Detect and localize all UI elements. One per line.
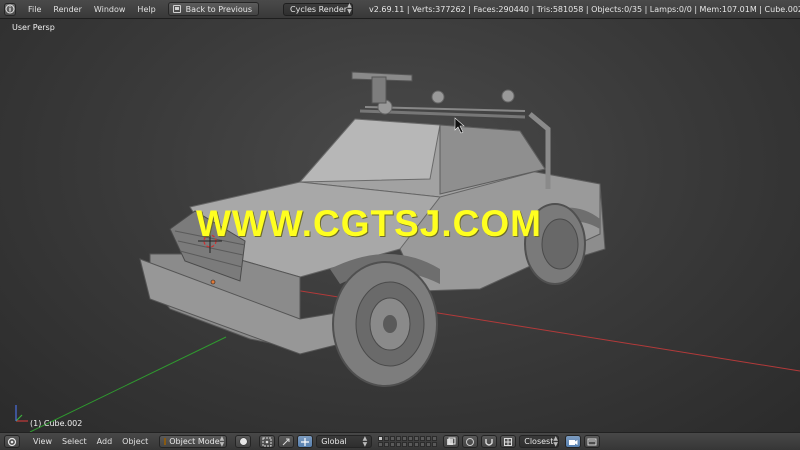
layer-button[interactable] xyxy=(414,436,420,441)
editor-type-button[interactable] xyxy=(4,435,20,448)
axis-gizmo xyxy=(15,405,28,422)
layer-button[interactable] xyxy=(414,442,420,447)
pivot-point-icon xyxy=(262,437,272,446)
transform-orientation-select[interactable]: Global ▲ ▼ xyxy=(316,434,373,448)
mode-select[interactable]: Object Mode ▲ ▼ xyxy=(159,434,228,448)
layer-button[interactable] xyxy=(390,442,396,447)
scene-stats: v2.69.11 | Verts:377262 | Faces:290440 |… xyxy=(369,4,800,14)
layer-button[interactable] xyxy=(384,436,390,441)
menu-object[interactable]: Object xyxy=(117,437,153,446)
translate-arrows-icon xyxy=(301,437,310,446)
layer-button[interactable] xyxy=(378,442,384,447)
back-to-previous-label: Back to Previous xyxy=(185,4,253,14)
layer-button[interactable] xyxy=(426,442,432,447)
opengl-render-button[interactable] xyxy=(584,435,601,448)
object-mode-icon xyxy=(164,438,167,445)
snap-target-value: Closest xyxy=(524,437,554,446)
snap-element-select[interactable] xyxy=(500,435,517,448)
y-axis-line xyxy=(29,336,227,432)
lock-layers-button[interactable] xyxy=(443,435,460,448)
menu-window[interactable]: Window xyxy=(88,5,132,14)
updown-arrows-icon: ▲ ▼ xyxy=(553,434,558,448)
3d-viewport[interactable]: User Persp WWW.CGTSJ.COM (1) Cube.002 xyxy=(0,19,800,432)
menu-render[interactable]: Render xyxy=(47,5,87,14)
render-preview-button[interactable] xyxy=(565,435,582,448)
updown-arrows-icon: ▲ ▼ xyxy=(219,434,225,448)
active-object-label: (1) Cube.002 xyxy=(30,419,83,428)
viewport-shading-select[interactable] xyxy=(235,435,252,448)
editor-type-button[interactable] xyxy=(4,2,16,16)
render-animation-icon xyxy=(587,438,597,445)
snap-toggle[interactable] xyxy=(481,435,498,448)
watermark: WWW.CGTSJ.COM xyxy=(196,203,542,244)
layer-button[interactable] xyxy=(420,436,426,441)
updown-arrows-icon: ▲ ▼ xyxy=(362,434,368,448)
object-origin-icon xyxy=(210,279,216,285)
render-engine-value: Cycles Render xyxy=(290,4,348,14)
menu-help[interactable]: Help xyxy=(131,5,161,14)
3d-view-icon xyxy=(7,437,17,446)
updown-arrows-icon: ▲ ▼ xyxy=(347,2,352,15)
menu-select[interactable]: Select xyxy=(57,437,92,446)
layer-button[interactable] xyxy=(432,442,438,447)
snap-target-select[interactable]: Closest ▲ ▼ xyxy=(519,434,560,448)
layers-icon xyxy=(447,437,456,445)
layer-button[interactable] xyxy=(420,442,426,447)
pivot-point-select[interactable] xyxy=(259,435,276,448)
layer-button[interactable] xyxy=(402,442,408,447)
orientation-value: Global xyxy=(321,437,347,446)
layer-button[interactable] xyxy=(390,436,396,441)
translate-manipulator-button[interactable] xyxy=(297,435,314,448)
solid-sphere-icon xyxy=(239,437,248,446)
layer-button[interactable] xyxy=(396,442,402,447)
layer-button[interactable] xyxy=(426,436,432,441)
back-to-previous-button[interactable]: Back to Previous xyxy=(167,2,260,16)
layer-button[interactable] xyxy=(402,436,408,441)
layer-button[interactable] xyxy=(432,436,438,441)
menu-add[interactable]: Add xyxy=(92,437,118,446)
mode-value: Object Mode xyxy=(169,437,220,446)
layer-button[interactable] xyxy=(408,436,414,441)
info-header: File Render Window Help Back to Previous… xyxy=(0,0,800,19)
screen-icon xyxy=(172,5,181,13)
layer-button[interactable] xyxy=(378,436,384,441)
menu-view[interactable]: View xyxy=(28,437,57,446)
camera-icon xyxy=(569,439,578,445)
3d-view-header: View Select Add Object Object Mode ▲ ▼ Gl… xyxy=(0,432,800,450)
layer-button[interactable] xyxy=(408,442,414,447)
manipulator-icon xyxy=(282,438,290,445)
view-label: User Persp xyxy=(12,23,55,32)
info-icon xyxy=(5,4,15,14)
menu-file[interactable]: File xyxy=(22,5,47,14)
proportional-edit-icon xyxy=(466,437,475,446)
proportional-edit-button[interactable] xyxy=(462,435,479,448)
layer-button[interactable] xyxy=(396,436,402,441)
snap-increment-icon xyxy=(504,437,513,446)
manipulator-toggle[interactable] xyxy=(278,435,295,448)
render-engine-select[interactable]: Cycles Render ▲ ▼ xyxy=(283,2,354,16)
front-wheel xyxy=(332,261,438,387)
magnet-icon xyxy=(485,438,493,446)
layer-button[interactable] xyxy=(384,442,390,447)
layer-buttons[interactable] xyxy=(378,436,438,447)
